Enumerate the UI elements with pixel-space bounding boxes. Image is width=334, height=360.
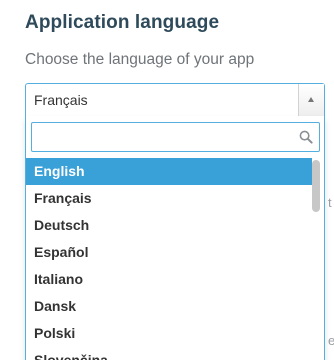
option-english[interactable]: English [26,158,312,185]
option-espanol[interactable]: Español [26,239,312,266]
select-toggle-button[interactable] [298,84,324,116]
background-text-fragment: es [328,333,334,348]
language-settings-page: Application language Choose the language… [0,0,334,360]
option-slovencina[interactable]: Slovenčina [26,347,312,360]
section-subtitle: Choose the language of your app [25,51,255,68]
option-polski[interactable]: Polski [26,320,312,347]
search-box[interactable] [31,122,320,152]
language-search-input[interactable] [32,123,292,151]
search-icon [299,130,313,144]
language-select[interactable]: Français [25,83,325,117]
language-options-list: English Français Deutsch Español Italian… [26,158,312,360]
language-dropdown: English Français Deutsch Español Italian… [25,116,325,360]
option-dansk[interactable]: Dansk [26,293,312,320]
background-text-fragment: t [328,195,332,210]
option-francais[interactable]: Français [26,185,312,212]
option-italiano[interactable]: Italiano [26,266,312,293]
option-deutsch[interactable]: Deutsch [26,212,312,239]
scrollbar-thumb[interactable] [312,160,320,212]
dropdown-scrollbar[interactable] [312,160,320,360]
section-title: Application language [25,12,220,33]
chevron-up-icon [308,97,314,102]
language-select-value: Français [34,92,88,108]
